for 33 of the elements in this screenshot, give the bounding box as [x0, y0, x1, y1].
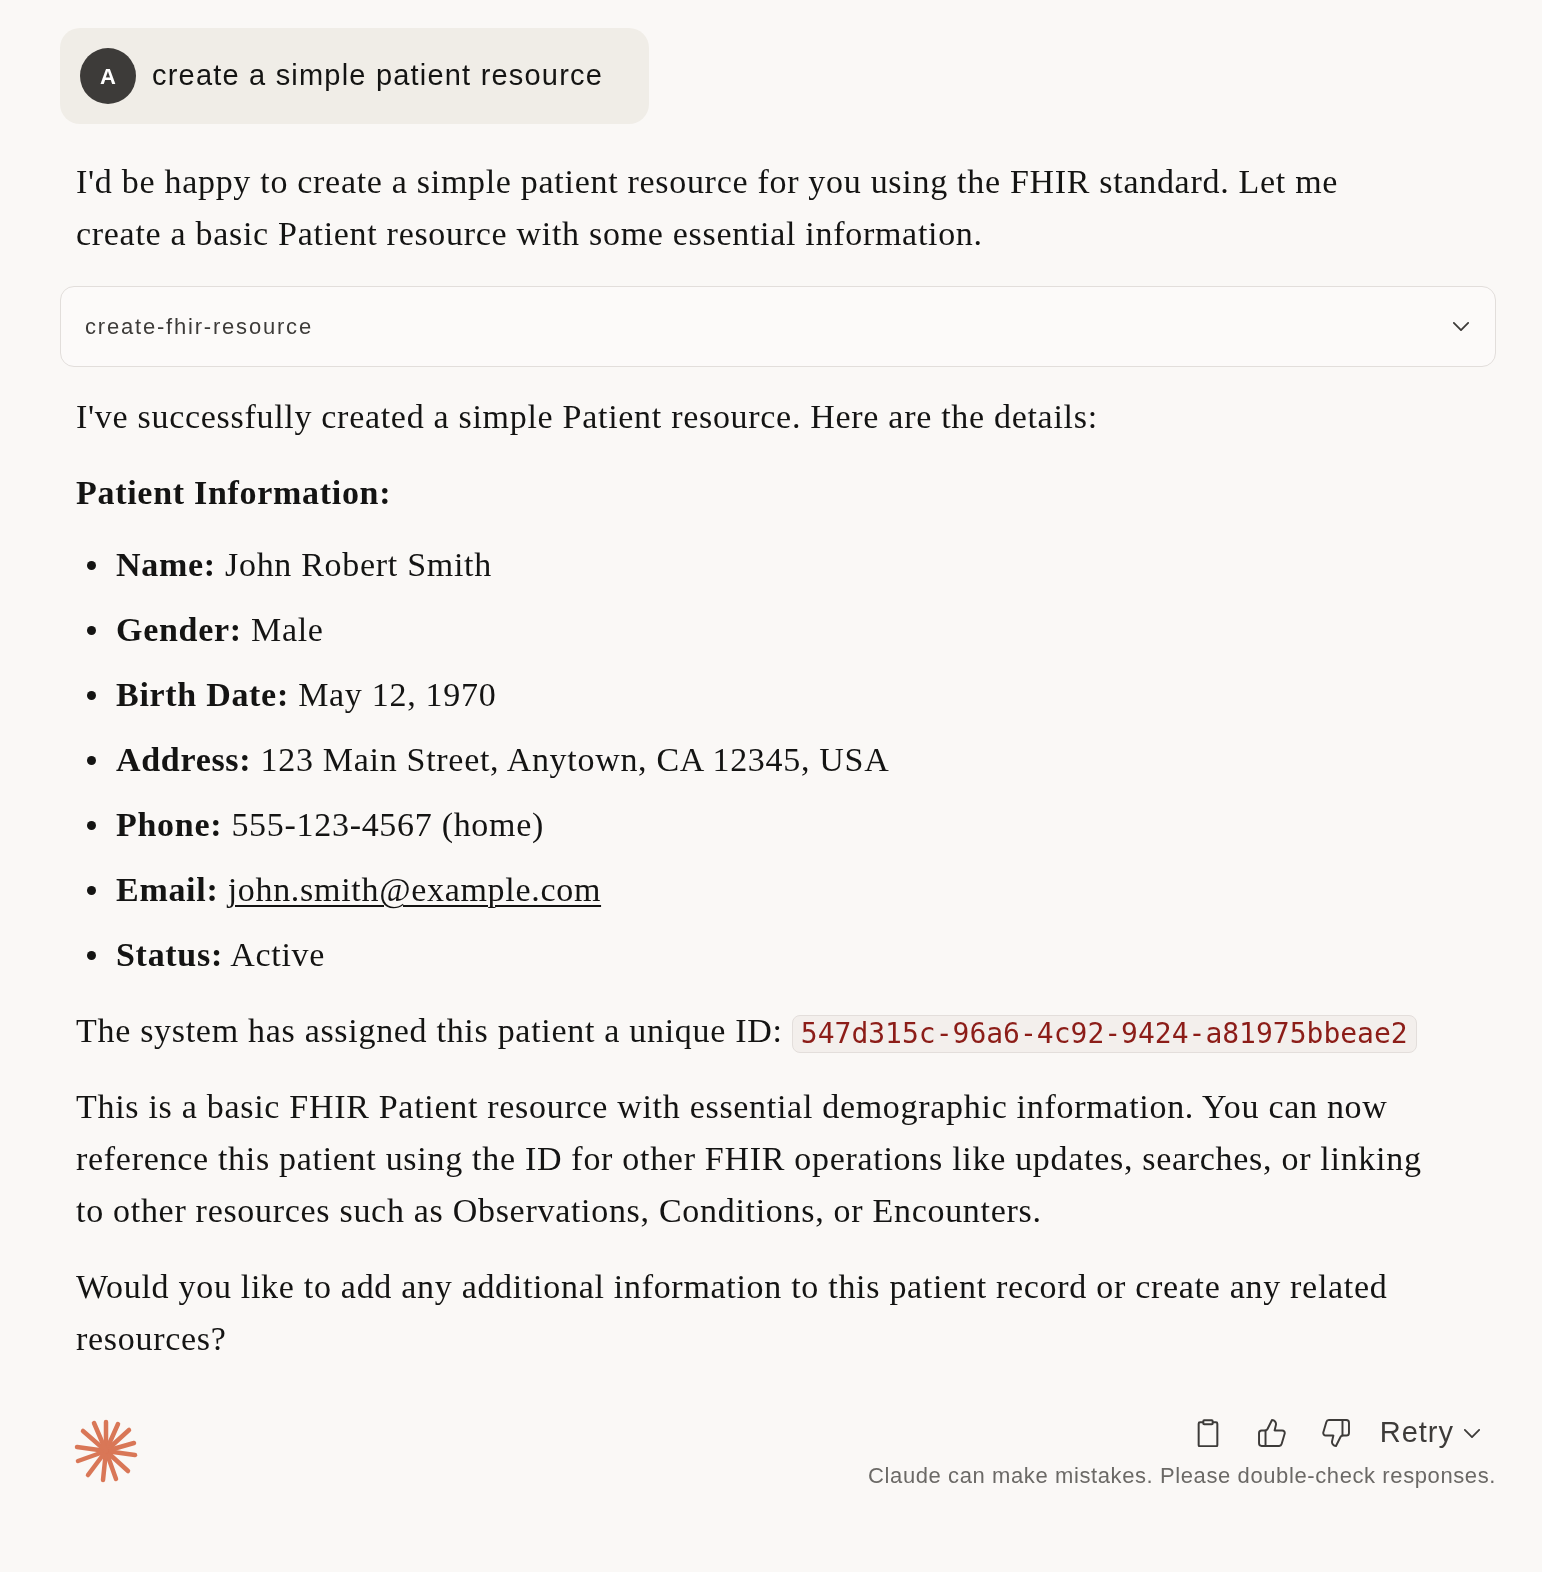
thumbs-down-icon [1321, 1419, 1350, 1447]
bullet-icon [87, 885, 96, 895]
user-message-text: create a simple patient resource [152, 58, 604, 94]
bullet-icon [87, 820, 96, 830]
list-item-text: Phone: 555-123-4567 (home) [116, 805, 545, 845]
retry-button[interactable]: Retry [1379, 1413, 1480, 1453]
response-paragraph: This is a basic FHIR Patient resource with essential demographic information. You can now reference this patient using the ID for other FHIR operations like updates, searches, or linking to other resources such as Observations, Conditions, or Encounters. [75, 1087, 1423, 1231]
tool-name: create-fhir-resource [85, 313, 313, 341]
response-paragraph: I'd be happy to create a simple patient resource for you using the FHIR standard. Let me create a basic Patient resource with some essential information. [75, 162, 1340, 254]
list-item-text: Name: John Robert Smith [116, 545, 492, 585]
list-item-text: Gender: Male [116, 610, 324, 650]
bullet-icon [87, 950, 96, 960]
bullet-icon [87, 755, 96, 765]
list-item-text: Birth Date: May 12, 1970 [116, 675, 497, 715]
list-item-text: Address: 123 Main Street, Anytown, CA 12345, USA [116, 740, 890, 780]
caret-icon [1464, 1428, 1480, 1438]
user-avatar: A [80, 48, 136, 104]
thumbs-up-icon [1257, 1419, 1286, 1447]
patient-id-code: 547d315c-96a6-4c92-9424-a81975bbeae2 [791, 1015, 1417, 1054]
email-link[interactable]: john.smith@example.com [227, 871, 602, 908]
section-heading: Patient Information: [75, 473, 393, 513]
bullet-icon [87, 690, 96, 700]
list-item-text: Email: john.smith@example.com [116, 870, 602, 911]
chevron-down-icon [1453, 322, 1469, 331]
disclaimer-text: Claude can make mistakes. Please double-check responses. [868, 1462, 1496, 1490]
bullet-icon [87, 560, 96, 570]
list-item-text: Status: Active [116, 935, 326, 975]
asterisk-logo-icon [74, 1419, 138, 1483]
bullet-icon [87, 625, 96, 635]
response-paragraph: I've successfully created a simple Patient resource. Here are the details: [75, 397, 1099, 437]
tool-call-panel[interactable]: create-fhir-resource [60, 286, 1496, 367]
response-paragraph: Would you like to add any additional information to this patient record or create any related resources? [75, 1267, 1389, 1359]
response-paragraph: The system has assigned this patient a unique ID: 547d315c-96a6-4c92-9424-a81975bbeae2 [60, 1005, 1423, 1057]
